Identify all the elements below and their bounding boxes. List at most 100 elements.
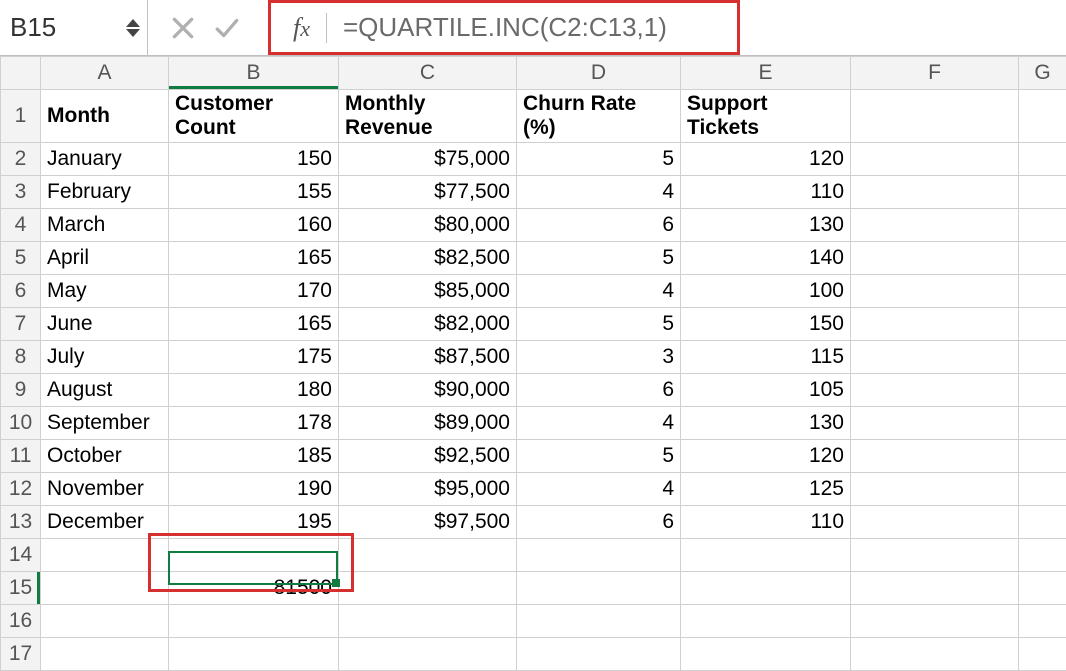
- cell-A15[interactable]: [41, 572, 169, 605]
- cell-C16[interactable]: [339, 605, 517, 638]
- cell-A6[interactable]: May: [41, 275, 169, 308]
- col-header-B[interactable]: B: [169, 57, 339, 90]
- cell-E5[interactable]: 140: [681, 242, 851, 275]
- cell-G9[interactable]: [1019, 374, 1066, 407]
- cell-G5[interactable]: [1019, 242, 1066, 275]
- cell-C12[interactable]: $95,000: [339, 473, 517, 506]
- row-header-6[interactable]: 6: [1, 275, 41, 308]
- cell-D5[interactable]: 5: [517, 242, 681, 275]
- cell-G12[interactable]: [1019, 473, 1066, 506]
- cell-E10[interactable]: 130: [681, 407, 851, 440]
- table-row[interactable]: 5April165$82,5005140: [1, 242, 1066, 275]
- cell-C7[interactable]: $82,000: [339, 308, 517, 341]
- table-row[interactable]: 16: [1, 605, 1066, 638]
- cell-F8[interactable]: [851, 341, 1019, 374]
- cell-A9[interactable]: August: [41, 374, 169, 407]
- col-header-E[interactable]: E: [681, 57, 851, 90]
- cell-C3[interactable]: $77,500: [339, 176, 517, 209]
- cell-F11[interactable]: [851, 440, 1019, 473]
- cell-G7[interactable]: [1019, 308, 1066, 341]
- cell-G15[interactable]: [1019, 572, 1066, 605]
- table-row[interactable]: 9August180$90,0006105: [1, 374, 1066, 407]
- cell-C5[interactable]: $82,500: [339, 242, 517, 275]
- row-header-10[interactable]: 10: [1, 407, 41, 440]
- row-header-5[interactable]: 5: [1, 242, 41, 275]
- row-header-1[interactable]: 1: [1, 90, 41, 143]
- cell-B2[interactable]: 150: [169, 143, 339, 176]
- cell-E17[interactable]: [681, 638, 851, 671]
- row-header-15[interactable]: 15: [1, 572, 41, 605]
- cell-D6[interactable]: 4: [517, 275, 681, 308]
- cell-C17[interactable]: [339, 638, 517, 671]
- cell-B17[interactable]: [169, 638, 339, 671]
- cell-E7[interactable]: 150: [681, 308, 851, 341]
- cell-D16[interactable]: [517, 605, 681, 638]
- cell-F1[interactable]: [851, 90, 1019, 143]
- cell-A2[interactable]: January: [41, 143, 169, 176]
- cell-E4[interactable]: 130: [681, 209, 851, 242]
- cell-B9[interactable]: 180: [169, 374, 339, 407]
- cell-D4[interactable]: 6: [517, 209, 681, 242]
- cell-A5[interactable]: April: [41, 242, 169, 275]
- cell-F7[interactable]: [851, 308, 1019, 341]
- cell-B16[interactable]: [169, 605, 339, 638]
- cell-E8[interactable]: 115: [681, 341, 851, 374]
- cell-G14[interactable]: [1019, 539, 1066, 572]
- cell-D7[interactable]: 5: [517, 308, 681, 341]
- cell-E3[interactable]: 110: [681, 176, 851, 209]
- table-row[interactable]: 1581500: [1, 572, 1066, 605]
- table-row[interactable]: 4March160$80,0006130: [1, 209, 1066, 242]
- cell-G16[interactable]: [1019, 605, 1066, 638]
- cell-G10[interactable]: [1019, 407, 1066, 440]
- cell-C15[interactable]: [339, 572, 517, 605]
- cancel-icon[interactable]: [170, 15, 196, 41]
- cell-E9[interactable]: 105: [681, 374, 851, 407]
- cell-E13[interactable]: 110: [681, 506, 851, 539]
- col-header-A[interactable]: A: [41, 57, 169, 90]
- cell-A4[interactable]: March: [41, 209, 169, 242]
- cell-E11[interactable]: 120: [681, 440, 851, 473]
- cell-E12[interactable]: 125: [681, 473, 851, 506]
- cell-D2[interactable]: 5: [517, 143, 681, 176]
- col-header-F[interactable]: F: [851, 57, 1019, 90]
- table-row[interactable]: 13December195$97,5006110: [1, 506, 1066, 539]
- cell-B12[interactable]: 190: [169, 473, 339, 506]
- cell-F2[interactable]: [851, 143, 1019, 176]
- cell-B6[interactable]: 170: [169, 275, 339, 308]
- cell-D14[interactable]: [517, 539, 681, 572]
- cell-D8[interactable]: 3: [517, 341, 681, 374]
- cell-F12[interactable]: [851, 473, 1019, 506]
- row-header-12[interactable]: 12: [1, 473, 41, 506]
- cell-F10[interactable]: [851, 407, 1019, 440]
- table-row[interactable]: 17: [1, 638, 1066, 671]
- cell-F15[interactable]: [851, 572, 1019, 605]
- cell-G8[interactable]: [1019, 341, 1066, 374]
- cell-F5[interactable]: [851, 242, 1019, 275]
- cell-G11[interactable]: [1019, 440, 1066, 473]
- chevron-up-icon[interactable]: [125, 18, 141, 28]
- cell-E16[interactable]: [681, 605, 851, 638]
- sheet-table[interactable]: A B C D E F G 1 Month Customer Count Mon…: [0, 56, 1066, 671]
- cell-D15[interactable]: [517, 572, 681, 605]
- table-row[interactable]: 1 Month Customer Count Monthly Revenue C…: [1, 90, 1066, 143]
- col-header-C[interactable]: C: [339, 57, 517, 90]
- cell-A7[interactable]: June: [41, 308, 169, 341]
- cell-G6[interactable]: [1019, 275, 1066, 308]
- cell-D13[interactable]: 6: [517, 506, 681, 539]
- cell-B14[interactable]: [169, 539, 339, 572]
- cell-E14[interactable]: [681, 539, 851, 572]
- row-header-2[interactable]: 2: [1, 143, 41, 176]
- name-box-stepper[interactable]: [125, 18, 141, 38]
- row-header-13[interactable]: 13: [1, 506, 41, 539]
- cell-D11[interactable]: 5: [517, 440, 681, 473]
- fill-handle[interactable]: [332, 579, 340, 587]
- formula-text[interactable]: =QUARTILE.INC(C2:C13,1): [343, 12, 667, 43]
- select-all-corner[interactable]: [1, 57, 41, 90]
- row-header-3[interactable]: 3: [1, 176, 41, 209]
- cell-F9[interactable]: [851, 374, 1019, 407]
- cell-C11[interactable]: $92,500: [339, 440, 517, 473]
- cell-B13[interactable]: 195: [169, 506, 339, 539]
- table-row[interactable]: 10September178$89,0004130: [1, 407, 1066, 440]
- cell-D10[interactable]: 4: [517, 407, 681, 440]
- cell-A17[interactable]: [41, 638, 169, 671]
